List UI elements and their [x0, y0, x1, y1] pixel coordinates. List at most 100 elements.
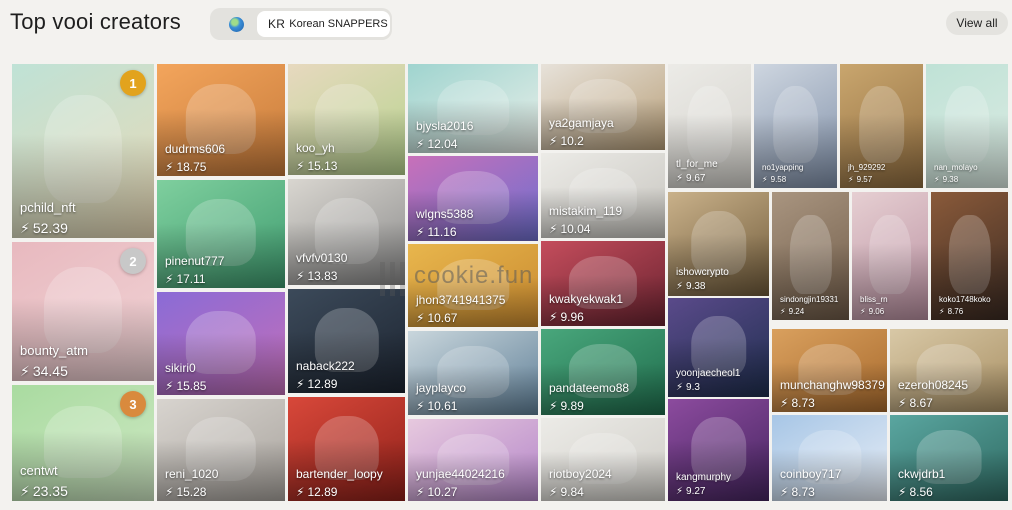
creator-score: ⚡︎ 8.73 [780, 485, 815, 499]
score-value: 52.39 [32, 220, 68, 236]
creator-name: centwt [20, 463, 58, 478]
creator-score: ⚡︎ 8.67 [898, 396, 933, 410]
creator-name: riotboy2024 [549, 467, 612, 481]
creator-score: ⚡︎ 12.89 [296, 485, 337, 499]
creator-card[interactable]: pinenut777 ⚡︎ 17.11 [157, 180, 285, 288]
lightning-icon: ⚡︎ [416, 485, 425, 499]
lightning-icon: ⚡︎ [549, 310, 558, 324]
creator-name: koo_yh [296, 141, 335, 155]
score-value: 12.04 [427, 137, 458, 151]
creator-score: ⚡︎ 10.61 [416, 399, 457, 413]
view-all-button[interactable]: View all [946, 11, 1008, 35]
creator-name: yoonjaecheol1 [676, 368, 741, 379]
lightning-icon: ⚡︎ [20, 220, 30, 236]
creator-name: ckwjdrb1 [898, 467, 946, 481]
creator-card[interactable]: koko1748koko ⚡︎ 8.76 [931, 192, 1008, 320]
creator-card[interactable]: sikiri0 ⚡︎ 15.85 [157, 292, 285, 395]
creator-card[interactable]: reni_1020 ⚡︎ 15.28 [157, 399, 285, 501]
creator-card[interactable]: jh_929292 ⚡︎ 9.57 [840, 64, 923, 188]
lightning-icon: ⚡︎ [676, 486, 684, 497]
creator-card[interactable]: bliss_rn ⚡︎ 9.06 [852, 192, 928, 320]
creator-card[interactable]: pandateemo88 ⚡︎ 9.89 [541, 329, 665, 415]
score-value: 15.85 [176, 379, 207, 393]
score-value: 8.56 [909, 485, 933, 499]
creator-card[interactable]: wlgns5388 ⚡︎ 11.16 [408, 156, 538, 241]
rank-badge: 3 [120, 391, 146, 417]
creator-score: ⚡︎ 9.27 [676, 486, 706, 497]
creator-card[interactable]: bjysla2016 ⚡︎ 12.04 [408, 64, 538, 153]
creator-score: ⚡︎ 10.27 [416, 485, 457, 499]
lightning-icon: ⚡︎ [165, 485, 174, 499]
creator-card[interactable]: yoonjaecheol1 ⚡︎ 9.3 [668, 298, 769, 397]
rank-badge: 2 [120, 248, 146, 274]
creator-card[interactable]: munchanghw98379 ⚡︎ 8.73 [772, 329, 887, 412]
creator-card[interactable]: centwt ⚡︎ 23.35 3 [12, 385, 154, 501]
creator-score: ⚡︎ 9.57 [848, 175, 872, 184]
creator-card[interactable]: tl_for_me ⚡︎ 9.67 [668, 64, 751, 188]
creator-name: jhon3741941375 [416, 293, 506, 307]
creator-name: sindongjin19331 [780, 295, 839, 304]
score-value: 9.3 [686, 382, 700, 393]
score-value: 9.96 [560, 310, 584, 324]
lightning-icon: ⚡︎ [165, 272, 174, 286]
score-value: 9.67 [686, 173, 706, 184]
lightning-icon: ⚡︎ [780, 485, 789, 499]
country-code: KR [268, 17, 286, 31]
creator-card[interactable]: riotboy2024 ⚡︎ 9.84 [541, 418, 665, 501]
creator-name: wlgns5388 [416, 207, 474, 221]
creator-name: bjysla2016 [416, 119, 474, 133]
score-value: 34.45 [32, 363, 68, 379]
lightning-icon: ⚡︎ [165, 379, 174, 393]
creator-card[interactable]: coinboy717 ⚡︎ 8.73 [772, 415, 887, 501]
creator-card[interactable]: naback222 ⚡︎ 12.89 [288, 289, 405, 393]
creator-name: no1yapping [762, 163, 804, 172]
creator-score: ⚡︎ 10.04 [549, 222, 590, 236]
creator-card[interactable]: ishowcrypto ⚡︎ 9.38 [668, 192, 769, 296]
creator-name: ezeroh08245 [898, 378, 969, 392]
creator-card[interactable]: kwakyekwak1 ⚡︎ 9.96 [541, 241, 665, 326]
region-filter: KR Korean SNAPPERS [210, 8, 392, 40]
global-filter-button[interactable] [216, 11, 256, 37]
creator-card[interactable]: koo_yh ⚡︎ 15.13 [288, 64, 405, 175]
lightning-icon: ⚡︎ [296, 269, 305, 283]
creator-score: ⚡︎ 9.89 [549, 399, 584, 413]
creator-card[interactable]: ezeroh08245 ⚡︎ 8.67 [890, 329, 1008, 412]
score-value: 13.83 [307, 269, 338, 283]
creator-card[interactable]: ckwjdrb1 ⚡︎ 8.56 [890, 415, 1008, 501]
korean-filter-button[interactable]: KR Korean SNAPPERS [257, 11, 390, 37]
score-value: 8.73 [791, 396, 815, 410]
score-value: 9.24 [788, 307, 805, 316]
creator-card[interactable]: jhon3741941375 ⚡︎ 10.67 [408, 244, 538, 327]
creator-card[interactable]: sindongjin19331 ⚡︎ 9.24 [772, 192, 849, 320]
score-value: 12.89 [307, 485, 338, 499]
creator-name: bounty_atm [20, 343, 88, 358]
creator-card[interactable]: ya2gamjaya ⚡︎ 10.2 [541, 64, 665, 150]
score-value: 8.73 [791, 485, 815, 499]
creator-card[interactable]: yunjae44024216 ⚡︎ 10.27 [408, 419, 538, 501]
creator-card[interactable]: kangmurphy ⚡︎ 9.27 [668, 399, 769, 501]
creator-name: kangmurphy [676, 472, 732, 483]
score-value: 9.57 [856, 175, 873, 184]
score-value: 10.67 [427, 311, 458, 325]
creator-card[interactable]: bounty_atm ⚡︎ 34.45 2 [12, 242, 154, 381]
creator-name: ya2gamjaya [549, 116, 614, 130]
score-value: 9.38 [686, 281, 706, 292]
lightning-icon: ⚡︎ [676, 382, 684, 393]
creator-card[interactable]: bartender_loopy ⚡︎ 12.89 [288, 397, 405, 501]
score-value: 9.58 [770, 175, 787, 184]
creator-score: ⚡︎ 8.56 [898, 485, 933, 499]
score-value: 10.2 [560, 134, 584, 148]
creator-card[interactable]: jayplayco ⚡︎ 10.61 [408, 331, 538, 415]
creator-card[interactable]: pchild_nft ⚡︎ 52.39 1 [12, 64, 154, 238]
creator-name: nan_molayo [934, 163, 978, 172]
lightning-icon: ⚡︎ [296, 159, 305, 173]
lightning-icon: ⚡︎ [934, 175, 940, 184]
lightning-icon: ⚡︎ [898, 396, 907, 410]
creator-card[interactable]: no1yapping ⚡︎ 9.58 [754, 64, 837, 188]
watermark-logo-icon [380, 262, 410, 296]
creator-card[interactable]: dudrms606 ⚡︎ 18.75 [157, 64, 285, 176]
creator-card[interactable]: mistakim_119 ⚡︎ 10.04 [541, 153, 665, 238]
creator-card[interactable]: nan_molayo ⚡︎ 9.38 [926, 64, 1008, 188]
creator-name: jh_929292 [848, 163, 886, 172]
creator-name: koko1748koko [939, 295, 991, 304]
